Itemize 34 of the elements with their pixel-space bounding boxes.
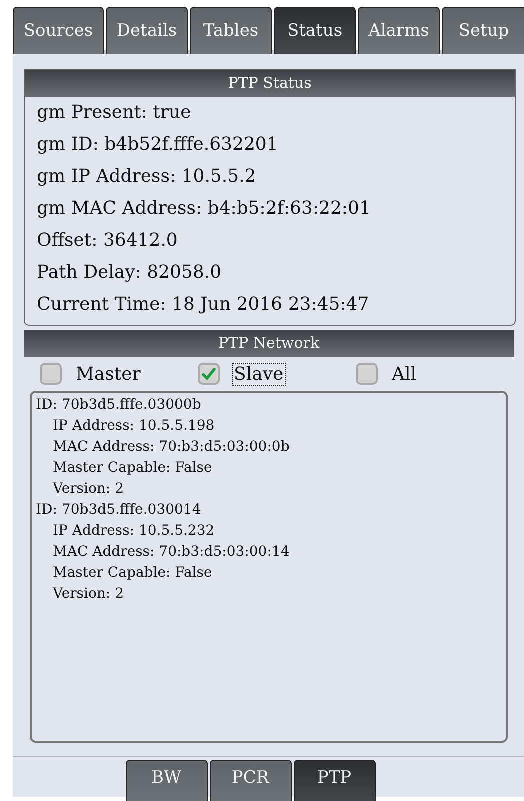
status-line: Current Time: 18 Jun 2016 23:45:47	[36, 293, 370, 317]
checkbox[interactable]	[356, 363, 378, 385]
node-id: ID: 70b3d5.fffe.030014	[36, 501, 202, 520]
checkbox-label[interactable]: All	[390, 362, 419, 386]
node-detail: MAC Address: 70:b3:d5:03:00:0b	[52, 438, 291, 457]
tab[interactable]: Tables	[190, 7, 272, 54]
tab[interactable]: PTP	[294, 760, 376, 801]
status-line: Path Delay: 82058.0	[36, 261, 223, 285]
checkbox[interactable]	[40, 363, 62, 385]
node-detail: Version: 2	[52, 585, 125, 604]
node-detail: IP Address: 10.5.5.232	[52, 522, 216, 541]
tab[interactable]: Setup	[442, 7, 524, 54]
status-line: Offset: 36412.0	[36, 229, 179, 253]
node-detail: Version: 2	[52, 480, 125, 499]
panel-title: PTP Network	[24, 330, 514, 357]
status-line: gm ID: b4b52f.fffe.632201	[36, 133, 280, 157]
node-id: ID: 70b3d5.fffe.03000b	[36, 396, 202, 415]
node-detail: Master Capable: False	[52, 564, 214, 583]
node-detail: IP Address: 10.5.5.198	[52, 417, 216, 436]
checkbox-label[interactable]: Master	[74, 362, 143, 386]
tab[interactable]: PCR	[210, 760, 292, 801]
checkbox-label[interactable]: Slave	[232, 362, 286, 386]
node-detail: Master Capable: False	[52, 459, 214, 478]
panel-title: PTP Status	[25, 70, 515, 97]
node-detail: MAC Address: 70:b3:d5:03:00:14	[52, 543, 291, 562]
tab[interactable]: Alarms	[358, 7, 440, 54]
tab[interactable]: Details	[106, 7, 188, 54]
tab[interactable]: Status	[274, 7, 356, 54]
tab[interactable]: Sources	[13, 7, 104, 54]
status-line: gm IP Address: 10.5.5.2	[36, 165, 258, 189]
tab[interactable]: BW	[126, 760, 208, 801]
status-line: gm Present: true	[36, 101, 192, 125]
checkbox[interactable]	[198, 363, 220, 385]
status-line: gm MAC Address: b4:b5:2f:63:22:01	[36, 197, 372, 221]
